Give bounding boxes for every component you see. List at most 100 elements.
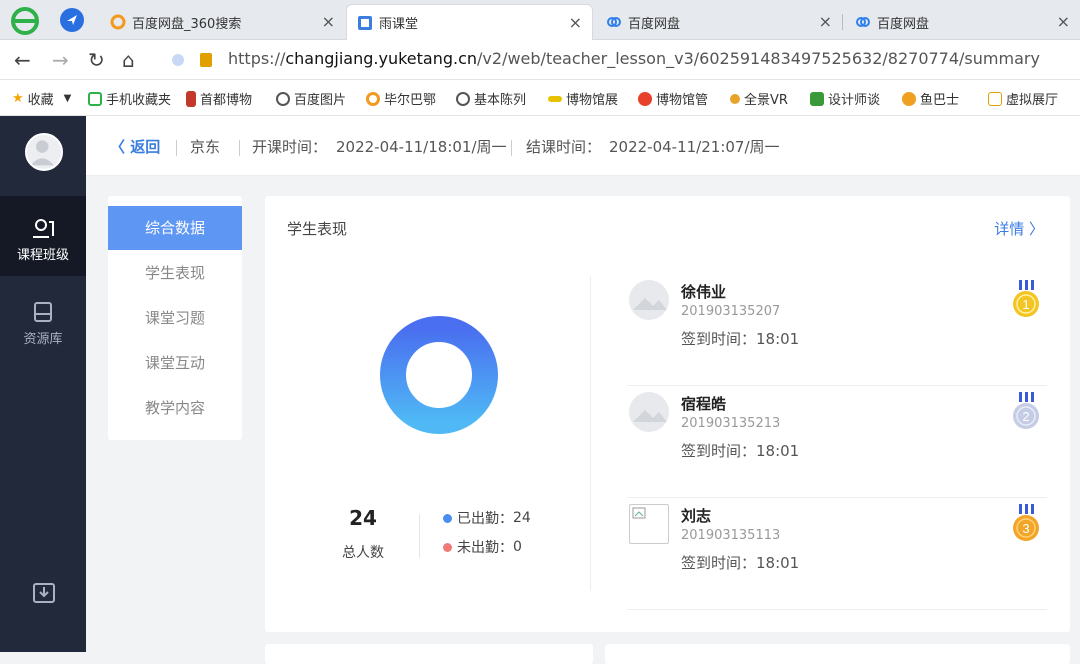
app-sidebar: 课程班级 资源库 bbox=[0, 116, 86, 652]
url-field[interactable]: https://changjiang.yuketang.cn/v2/web/te… bbox=[228, 49, 1040, 68]
bus-icon bbox=[902, 91, 916, 106]
bookmark-item[interactable]: 首都博物 bbox=[186, 89, 252, 108]
bookmark-item[interactable]: 毕尔巴鄂 bbox=[366, 89, 436, 108]
nav-class-interaction[interactable]: 课堂互动 bbox=[108, 341, 242, 385]
nav-student-performance[interactable]: 学生表现 bbox=[108, 251, 242, 295]
tab-title: 百度网盘 bbox=[877, 16, 930, 32]
dropdown-icon: ▼ bbox=[63, 93, 72, 104]
security-icon[interactable] bbox=[172, 54, 184, 66]
baidu-pan-icon bbox=[855, 14, 871, 30]
sidebar-item-library[interactable]: 资源库 bbox=[0, 280, 86, 360]
browser-tabbar: 百度网盘_360搜索 × 雨课堂 × 百度网盘 × 百度网盘 × bbox=[0, 0, 1080, 40]
student-id: 201903135213 bbox=[681, 416, 781, 431]
student-row[interactable]: 徐伟业 201903135207 签到时间：18:01 1 bbox=[627, 274, 1047, 386]
student-name: 宿程皓 bbox=[681, 395, 727, 413]
tab-title: 百度网盘_360搜索 bbox=[132, 16, 242, 32]
student-avatar bbox=[629, 504, 669, 544]
download-icon[interactable] bbox=[32, 580, 56, 604]
browser-logo-icon[interactable] bbox=[10, 6, 40, 36]
bookmark-item[interactable]: 博物馆管 bbox=[638, 89, 708, 108]
bookmark-item[interactable]: 全景VR bbox=[730, 89, 788, 108]
student-row[interactable]: 宿程皓 201903135213 签到时间：18:01 2 bbox=[627, 386, 1047, 498]
total-count: 24 bbox=[349, 506, 377, 530]
bottom-card bbox=[265, 644, 593, 664]
tab-title: 雨课堂 bbox=[379, 17, 419, 32]
svg-text:2: 2 bbox=[1022, 409, 1029, 424]
checkin-time: 签到时间：18:01 bbox=[681, 554, 800, 572]
start-time: 2022-04-11/18:01/周一 bbox=[336, 138, 507, 156]
tab-360-search[interactable]: 百度网盘_360搜索 × bbox=[100, 4, 345, 40]
attendance-donut bbox=[380, 316, 498, 434]
silver-medal-icon: 2 bbox=[1013, 392, 1039, 429]
reload-icon[interactable]: ↻ bbox=[88, 48, 105, 72]
bookmark-item[interactable]: 虚拟展厅 bbox=[988, 89, 1058, 108]
student-name: 徐伟业 bbox=[681, 283, 727, 301]
baidu-pan-icon bbox=[606, 14, 622, 30]
nav-class-exercises[interactable]: 课堂习题 bbox=[108, 296, 242, 340]
tab-yuketang[interactable]: 雨课堂 × bbox=[346, 4, 593, 40]
book-icon bbox=[186, 90, 196, 107]
student-name: 刘志 bbox=[681, 507, 712, 525]
avatar[interactable] bbox=[25, 133, 63, 171]
nav-overall-data[interactable]: 综合数据 bbox=[108, 206, 242, 250]
sidebar-item-label: 课程班级 bbox=[16, 248, 69, 263]
svg-text:1: 1 bbox=[1022, 297, 1029, 312]
tab-close-icon[interactable]: × bbox=[819, 12, 832, 31]
student-performance-card: 学生表现 详情 〉 24 总人数 已出勤： 24 未出勤： 0 徐伟业 201903… bbox=[265, 196, 1070, 632]
bookmark-item[interactable]: 鱼巴士 bbox=[902, 89, 959, 108]
forward-arrow-icon[interactable]: → bbox=[52, 48, 69, 72]
back-button[interactable]: 〈 返回 bbox=[110, 136, 160, 157]
bookmark-item[interactable]: 百度图片 bbox=[276, 89, 346, 108]
bottom-card bbox=[605, 644, 1070, 664]
checkin-time: 签到时间：18:01 bbox=[681, 330, 800, 348]
attended-stat: 已出勤： 24 bbox=[443, 508, 531, 528]
class-icon bbox=[33, 219, 54, 238]
navigate-icon[interactable] bbox=[60, 8, 84, 32]
museum-icon bbox=[638, 91, 652, 106]
bookmark-item[interactable]: 设计师谈 bbox=[810, 89, 880, 108]
home-icon[interactable]: ⌂ bbox=[122, 48, 135, 72]
gold-medal-icon: 1 bbox=[1013, 280, 1039, 317]
yuketang-icon bbox=[357, 15, 373, 31]
student-avatar bbox=[629, 280, 669, 320]
360-search-icon bbox=[366, 91, 380, 106]
bookmark-item[interactable]: 博物馆展 bbox=[548, 89, 618, 108]
tab-baidu-pan-2[interactable]: 百度网盘 × bbox=[845, 4, 1080, 40]
vr-icon bbox=[730, 93, 740, 104]
tab-close-icon[interactable]: × bbox=[322, 12, 335, 31]
divider bbox=[176, 140, 177, 156]
class-name: 京东 bbox=[190, 138, 221, 156]
back-arrow-icon[interactable]: ← bbox=[14, 48, 31, 72]
attended-dot bbox=[443, 513, 452, 523]
card-title: 学生表现 bbox=[287, 220, 348, 238]
end-time-label: 结课时间： bbox=[526, 138, 602, 156]
chevron-left-icon: 〈 bbox=[110, 138, 131, 156]
student-row[interactable]: 刘志 201903135113 签到时间：18:01 3 bbox=[627, 498, 1047, 610]
tab-close-icon[interactable]: × bbox=[1057, 12, 1070, 31]
tab-baidu-pan-1[interactable]: 百度网盘 × bbox=[596, 4, 843, 40]
sidebar-item-class[interactable]: 课程班级 bbox=[0, 196, 86, 276]
absent-stat: 未出勤： 0 bbox=[443, 537, 522, 557]
divider bbox=[419, 514, 420, 558]
star-icon: ★ bbox=[12, 91, 24, 106]
bookmark-favorites[interactable]: ★ 收藏 ▼ bbox=[12, 89, 71, 108]
divider bbox=[511, 140, 512, 156]
tab-separator bbox=[842, 14, 843, 30]
lesson-header: 〈 返回 京东 开课时间： 2022-04-11/18:01/周一 结课时间： … bbox=[86, 116, 1080, 176]
absent-dot bbox=[443, 542, 452, 552]
nav-teaching-content[interactable]: 教学内容 bbox=[108, 386, 242, 430]
address-bar: ← → ↻ ⌂ https://changjiang.yuketang.cn/v… bbox=[0, 40, 1080, 80]
student-id: 201903135207 bbox=[681, 304, 781, 319]
lock-icon[interactable] bbox=[200, 53, 212, 67]
total-label: 总人数 bbox=[342, 545, 384, 561]
student-id: 201903135113 bbox=[681, 528, 781, 543]
divider bbox=[239, 140, 240, 156]
student-avatar bbox=[629, 392, 669, 432]
bookmark-item[interactable]: 手机收藏夹 bbox=[88, 89, 171, 108]
bookmark-item[interactable]: 基本陈列 bbox=[456, 89, 526, 108]
library-icon bbox=[34, 302, 52, 322]
bronze-medal-icon: 3 bbox=[1013, 504, 1039, 541]
tab-close-icon[interactable]: × bbox=[569, 13, 582, 32]
details-link[interactable]: 详情 〉 bbox=[994, 218, 1044, 239]
globe-icon bbox=[456, 91, 470, 106]
